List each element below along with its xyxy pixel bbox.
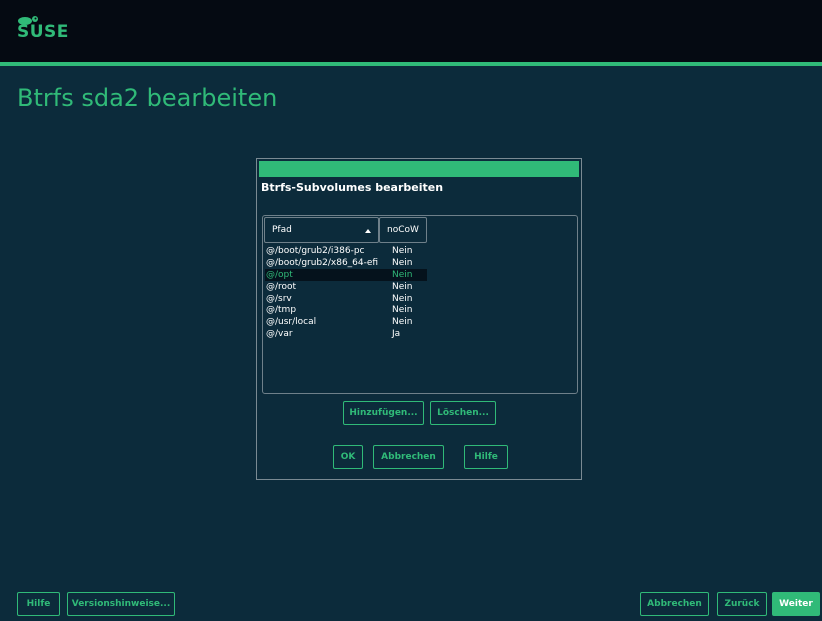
- path-cell: @/var: [266, 329, 293, 340]
- edit-subvolumes-dialog: Btrfs-Subvolumes bearbeiten Pfad noCoW @…: [256, 158, 582, 480]
- nocow-cell: Nein: [392, 257, 413, 268]
- sort-ascending-icon: [365, 229, 371, 233]
- delete-subvolume-button[interactable]: Löschen...: [430, 401, 496, 425]
- path-cell: @/srv: [266, 293, 292, 304]
- path-cell: @/boot/grub2/x86_64-efi: [266, 257, 379, 268]
- release-notes-button[interactable]: Versionshinweise...: [67, 592, 175, 616]
- subvolumes-table[interactable]: Pfad noCoW @/boot/grub2/i386-pc Nein @/b…: [262, 215, 578, 394]
- header-bar: SUSE: [0, 0, 822, 66]
- suse-logo: SUSE: [17, 22, 69, 42]
- nocow-cell: Nein: [392, 246, 413, 256]
- nocow-cell: Nein: [392, 317, 413, 328]
- table-row[interactable]: @/boot/grub2/x86_64-efi Nein: [265, 257, 427, 269]
- nocow-cell: Nein: [392, 293, 413, 304]
- table-row[interactable]: @/var Ja: [265, 328, 427, 340]
- nocow-cell: Ja: [392, 329, 401, 340]
- add-subvolume-button[interactable]: Hinzufügen...: [343, 401, 424, 425]
- path-cell: @/tmp: [266, 305, 297, 316]
- ok-button[interactable]: OK: [333, 445, 363, 469]
- path-cell: @/opt: [266, 269, 293, 280]
- column-header-path[interactable]: Pfad: [264, 217, 379, 243]
- table-row[interactable]: @/tmp Nein: [265, 304, 427, 316]
- table-row[interactable]: @/boot/grub2/i386-pc Nein: [265, 245, 427, 257]
- next-button[interactable]: Weiter: [772, 592, 820, 616]
- page-title: Btrfs sda2 bearbeiten: [17, 84, 278, 112]
- path-cell: @/root: [266, 281, 297, 292]
- dialog-cancel-button[interactable]: Abbrechen: [373, 445, 444, 469]
- column-header-path-label: Pfad: [272, 225, 292, 235]
- back-button[interactable]: Zurück: [717, 592, 767, 616]
- column-header-nocow-label: noCoW: [387, 225, 419, 235]
- dialog-titlebar: [259, 161, 579, 177]
- table-row[interactable]: @/srv Nein: [265, 293, 427, 305]
- table-rows: @/boot/grub2/i386-pc Nein @/boot/grub2/x…: [265, 245, 427, 340]
- nocow-cell: Nein: [392, 269, 413, 280]
- column-header-nocow[interactable]: noCoW: [379, 217, 427, 243]
- abort-button[interactable]: Abbrechen: [640, 592, 709, 616]
- nocow-cell: Nein: [392, 281, 413, 292]
- nocow-cell: Nein: [392, 305, 413, 316]
- table-row[interactable]: @/root Nein: [265, 281, 427, 293]
- dialog-help-button[interactable]: Hilfe: [464, 445, 508, 469]
- path-cell: @/usr/local: [266, 317, 317, 328]
- help-button[interactable]: Hilfe: [17, 592, 60, 616]
- table-row-selected[interactable]: @/opt Nein: [265, 268, 427, 281]
- path-cell: @/boot/grub2/i386-pc: [266, 246, 365, 256]
- dialog-heading: Btrfs-Subvolumes bearbeiten: [261, 181, 444, 194]
- table-row[interactable]: @/usr/local Nein: [265, 316, 427, 328]
